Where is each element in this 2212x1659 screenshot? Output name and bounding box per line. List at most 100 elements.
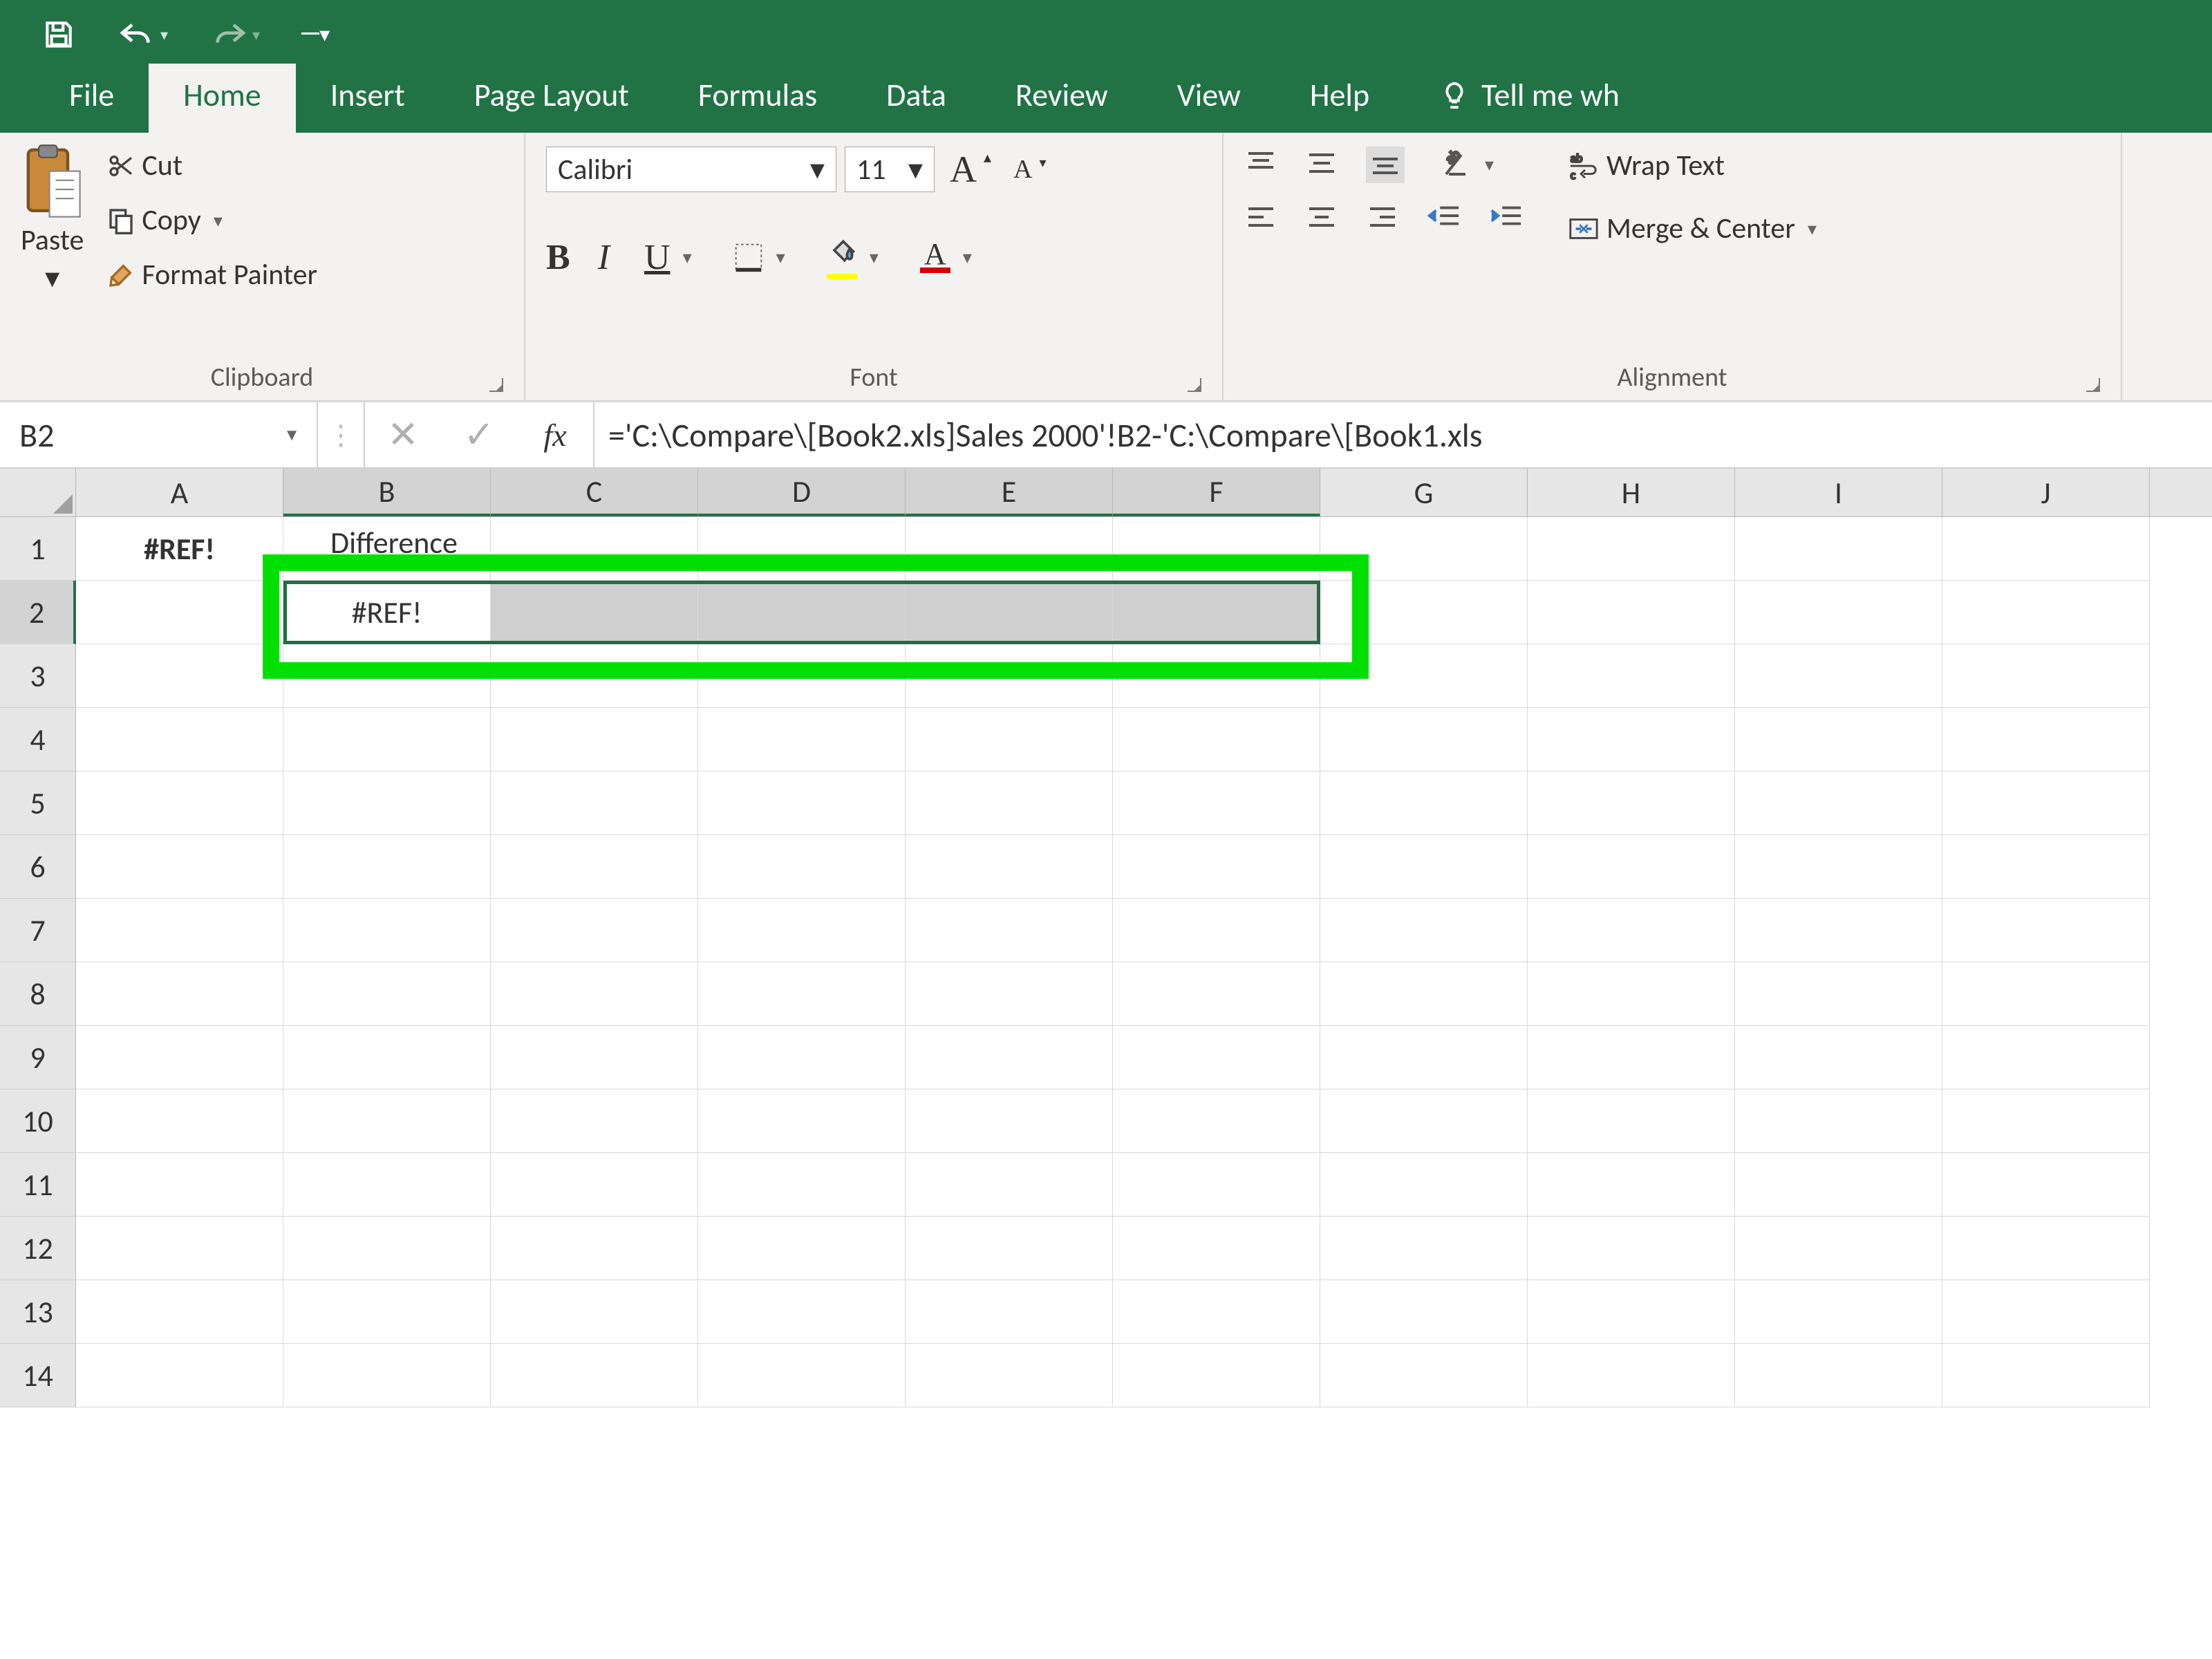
cell-B11[interactable] (283, 1153, 491, 1217)
cell-B2[interactable]: #REF! (283, 581, 491, 644)
tab-home[interactable]: Home (149, 64, 296, 133)
row-header-10[interactable]: 10 (0, 1089, 76, 1153)
cell-J12[interactable] (1942, 1217, 2150, 1280)
cell-J8[interactable] (1942, 962, 2150, 1026)
cell-B9[interactable] (283, 1026, 491, 1089)
decrease-indent-button[interactable] (1427, 202, 1461, 236)
cell-H11[interactable] (1528, 1153, 1735, 1217)
cell-C13[interactable] (491, 1280, 698, 1344)
cell-B5[interactable] (283, 771, 491, 835)
cell-A8[interactable] (76, 962, 283, 1026)
cell-E2[interactable] (906, 581, 1113, 644)
cell-I3[interactable] (1735, 644, 1942, 708)
paste-button[interactable]: Paste ▾ (21, 144, 84, 296)
tab-view[interactable]: View (1143, 64, 1275, 133)
cell-G2[interactable] (1320, 581, 1528, 644)
cell-A9[interactable] (76, 1026, 283, 1089)
cell-A2[interactable] (76, 581, 283, 644)
row-header-12[interactable]: 12 (0, 1217, 76, 1280)
cell-I12[interactable] (1735, 1217, 1942, 1280)
cell-H8[interactable] (1528, 962, 1735, 1026)
cell-C8[interactable] (491, 962, 698, 1026)
cell-G4[interactable] (1320, 708, 1528, 771)
tab-review[interactable]: Review (981, 64, 1143, 133)
font-name-combo[interactable]: Calibri ▾ (546, 147, 836, 192)
cell-C12[interactable] (491, 1217, 698, 1280)
cell-I6[interactable] (1735, 835, 1942, 899)
enter-formula-button[interactable]: ✓ (441, 402, 517, 467)
cell-C9[interactable] (491, 1026, 698, 1089)
cell-I14[interactable] (1735, 1344, 1942, 1407)
row-header-5[interactable]: 5 (0, 771, 76, 835)
cell-E6[interactable] (906, 835, 1113, 899)
cell-D12[interactable] (698, 1217, 906, 1280)
tab-help[interactable]: Help (1275, 64, 1404, 133)
cell-D1[interactable] (698, 517, 906, 581)
font-color-button[interactable]: A ▾ (913, 237, 979, 277)
redo-button[interactable]: ▾ (209, 19, 260, 50)
cell-C6[interactable] (491, 835, 698, 899)
cell-D13[interactable] (698, 1280, 906, 1344)
cell-J6[interactable] (1942, 835, 2150, 899)
cell-D8[interactable] (698, 962, 906, 1026)
tab-file[interactable]: File (35, 64, 149, 133)
increase-font-button[interactable]: A▴ (943, 144, 998, 195)
cell-J7[interactable] (1942, 899, 2150, 962)
align-left-button[interactable] (1244, 203, 1277, 234)
cell-B13[interactable] (283, 1280, 491, 1344)
cell-C1[interactable] (491, 517, 698, 581)
cell-G9[interactable] (1320, 1026, 1528, 1089)
col-header-D[interactable]: D (698, 469, 906, 516)
cell-H4[interactable] (1528, 708, 1735, 771)
align-right-button[interactable] (1366, 203, 1399, 234)
cell-F12[interactable] (1113, 1217, 1320, 1280)
cell-B3[interactable] (283, 644, 491, 708)
underline-button[interactable]: U▾ (637, 233, 699, 282)
cell-D3[interactable] (698, 644, 906, 708)
row-header-13[interactable]: 13 (0, 1280, 76, 1344)
paste-dropdown-icon[interactable]: ▾ (45, 261, 59, 296)
cell-I1[interactable] (1735, 517, 1942, 581)
cell-C7[interactable] (491, 899, 698, 962)
formula-bar-input[interactable]: ='C:\Compare\[Book2.xls]Sales 2000'!B2-'… (593, 402, 2212, 467)
cell-E3[interactable] (906, 644, 1113, 708)
cell-J1[interactable] (1942, 517, 2150, 581)
cell-G10[interactable] (1320, 1089, 1528, 1153)
tab-data[interactable]: Data (852, 64, 981, 133)
cell-C11[interactable] (491, 1153, 698, 1217)
cell-H12[interactable] (1528, 1217, 1735, 1280)
cell-B10[interactable] (283, 1089, 491, 1153)
tab-insert[interactable]: Insert (296, 64, 440, 133)
row-header-2[interactable]: 2 (0, 581, 76, 644)
col-header-G[interactable]: G (1320, 469, 1528, 516)
cell-F10[interactable] (1113, 1089, 1320, 1153)
save-button[interactable] (41, 17, 76, 52)
cell-J4[interactable] (1942, 708, 2150, 771)
undo-button[interactable]: ▾ (118, 19, 168, 50)
cell-E4[interactable] (906, 708, 1113, 771)
cell-D4[interactable] (698, 708, 906, 771)
orientation-button[interactable]: ab ▾ (1432, 144, 1501, 185)
row-header-7[interactable]: 7 (0, 899, 76, 962)
tab-page-layout[interactable]: Page Layout (440, 64, 664, 133)
cell-I11[interactable] (1735, 1153, 1942, 1217)
fill-color-button[interactable]: ▾ (820, 231, 885, 283)
cell-J2[interactable] (1942, 581, 2150, 644)
align-middle-button[interactable] (1305, 149, 1338, 180)
increase-indent-button[interactable] (1489, 202, 1524, 236)
cell-J14[interactable] (1942, 1344, 2150, 1407)
cell-I13[interactable] (1735, 1280, 1942, 1344)
cell-I4[interactable] (1735, 708, 1942, 771)
cell-I10[interactable] (1735, 1089, 1942, 1153)
cell-F9[interactable] (1113, 1026, 1320, 1089)
cell-F14[interactable] (1113, 1344, 1320, 1407)
col-header-H[interactable]: H (1528, 469, 1735, 516)
cell-H1[interactable] (1528, 517, 1735, 581)
borders-button[interactable]: ▾ (727, 238, 792, 276)
col-header-J[interactable]: J (1942, 469, 2150, 516)
row-header-4[interactable]: 4 (0, 708, 76, 771)
cell-H5[interactable] (1528, 771, 1735, 835)
col-header-F[interactable]: F (1113, 469, 1320, 516)
cell-I2[interactable] (1735, 581, 1942, 644)
cell-C14[interactable] (491, 1344, 698, 1407)
